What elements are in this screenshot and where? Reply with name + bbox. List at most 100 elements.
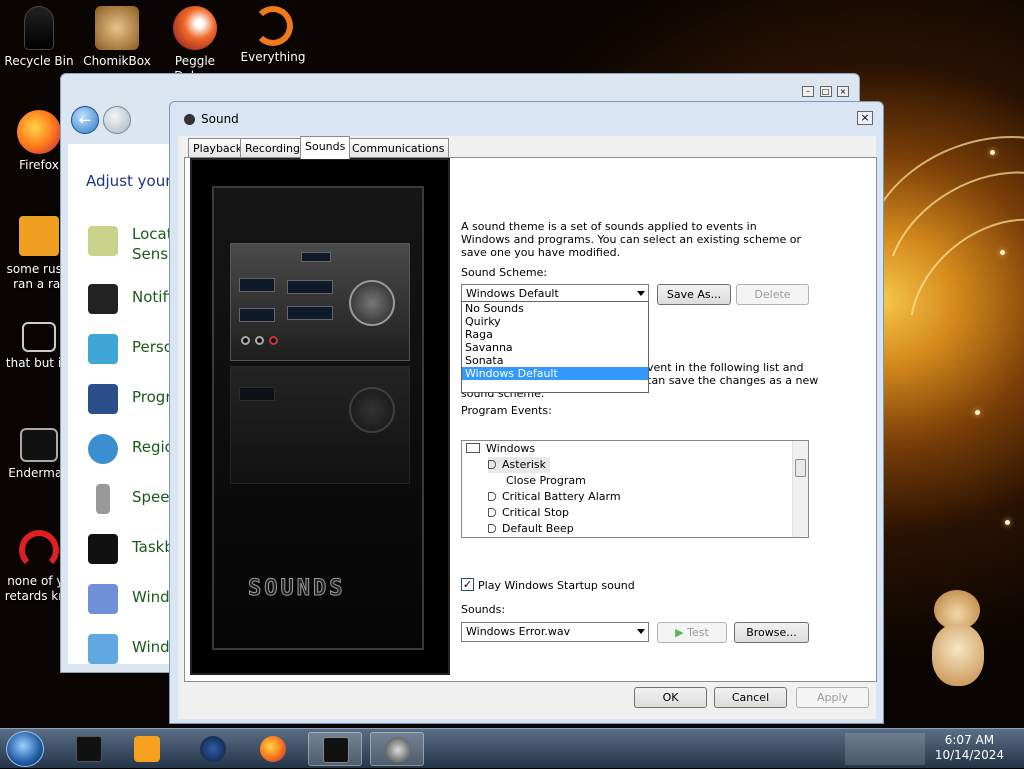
desktop-icon-everything[interactable]: Everything [234,6,312,65]
globe-clock-icon [88,434,118,464]
sound-file-select[interactable]: Windows Error.wav [461,622,649,642]
hint-text-line1: vent in the following list and [647,361,804,374]
event-item-asterisk[interactable]: Asterisk [488,457,551,473]
startup-sound-label: Play Windows Startup sound [478,579,635,592]
ok-button[interactable]: OK [634,687,707,708]
globe-icon [200,736,226,762]
start-button[interactable] [6,731,44,767]
scheme-option[interactable]: No Sounds [462,302,648,315]
event-item-close-program[interactable]: Close Program [506,473,586,489]
scheme-option[interactable]: Raga [462,328,648,341]
delete-button[interactable]: Delete [736,284,809,305]
shortcut-icon [22,322,56,352]
personalization-icon [88,334,118,364]
back-arrow-icon[interactable]: ← [71,106,99,134]
recycle-bin-icon [24,6,54,50]
taskbar-app-explorer[interactable] [62,732,116,766]
taskbar-app-firefox[interactable] [246,732,300,766]
window-controls: – □ × [800,84,849,97]
scrollbar-thumb[interactable] [795,459,806,477]
tab-sounds[interactable]: Sounds [300,136,351,159]
taskbar-app-disc[interactable] [370,732,424,766]
event-item-critical-stop[interactable]: Critical Stop [488,505,569,521]
save-as-button[interactable]: Save As... [657,284,731,305]
sounds-label: Sounds: [461,603,506,616]
startup-sound-checkbox[interactable]: ✓ [461,578,474,591]
window-icon [323,737,349,763]
dialog-close-button[interactable]: × [857,111,873,125]
sound-dialog: Sound × Playback Recording Sounds Commun… [169,101,884,724]
clock-time: 6:07 AM [944,733,995,747]
sound-scheme-label: Sound Scheme: [461,266,548,279]
cancel-button[interactable]: Cancel [714,687,787,708]
cp-item-label: Progr [132,388,172,406]
cp-item-label: Perso [132,338,173,356]
scheme-description: A sound theme is a set of sounds applied… [461,220,802,259]
close-button[interactable]: × [837,86,849,97]
desktop-icon-label: Everything [240,50,306,64]
folder-icon [76,736,102,762]
system-tray: 6:07 AM 10/14/2024 [845,729,1024,769]
firefox-icon [260,736,286,762]
desktop: Recycle Bin ChomikBox Peggle Deluxe Ever… [0,0,1024,728]
sound-scheme-dropdown[interactable]: No Sounds Quirky Raga Savanna Sonata Win… [461,301,649,393]
navigation-buttons: ← [71,106,131,136]
chevron-down-icon [637,291,645,296]
desktop-icon-recycle-bin[interactable]: Recycle Bin [0,6,78,69]
red-circle-icon [19,530,59,570]
window-small-icon [466,443,480,453]
windows-icon [88,584,118,614]
scheme-option[interactable]: Sonata [462,354,648,367]
dialog-title-text: Sound [201,112,239,126]
stereo-rack-reflection [230,366,410,484]
firefox-icon [17,110,61,154]
taskbar: 6:07 AM 10/14/2024 [0,728,1024,768]
sounds-art-text: SOUNDS [247,576,346,602]
event-group-windows[interactable]: Windows [466,441,535,457]
speaker-icon [488,492,496,501]
tray-icons[interactable] [845,733,925,765]
scheme-option[interactable]: Quirky [462,315,648,328]
taskbar-app-stellarium[interactable] [186,732,240,766]
speaker-icon [488,524,496,533]
sounds-tab-panel: SOUNDS A sound theme is a set of sounds … [184,157,877,682]
program-events-list[interactable]: Windows Asterisk Close Program Critical … [461,440,809,538]
forward-arrow-icon[interactable] [102,106,131,134]
dialog-title: Sound [184,112,239,126]
taskbar-icon [88,534,118,564]
cp-item-label: Taskb [132,538,174,556]
maximize-button[interactable]: □ [819,86,832,97]
artwork-frame: SOUNDS [212,186,424,650]
tab-communications[interactable]: Communications [347,138,450,158]
event-item-default-beep[interactable]: Default Beep [488,521,574,537]
windows-flag-icon [88,634,118,664]
program-events-label: Program Events: [461,404,552,417]
cp-item-label: Regio [132,438,174,456]
notification-icon [88,284,118,314]
scheme-option[interactable]: Savanna [462,341,648,354]
sound-file-value: Windows Error.wav [466,625,571,638]
tab-playback[interactable]: Playback [188,138,248,158]
tab-recording[interactable]: Recording [240,138,306,158]
desktop-icon-label: ChomikBox [83,54,151,68]
events-scrollbar[interactable] [792,441,808,537]
clock-date: 10/14/2024 [934,748,1004,762]
hamster-image [928,590,988,690]
test-button[interactable]: ▶ Test [657,622,727,643]
everything-icon [253,6,293,46]
browse-button[interactable]: Browse... [734,622,809,643]
speaker-icon [385,737,411,763]
taskbar-app-media-player[interactable] [120,732,174,766]
programs-icon [88,384,118,414]
minimize-button[interactable]: – [802,86,814,97]
event-item-critical-battery[interactable]: Critical Battery Alarm [488,489,621,505]
apply-button[interactable]: Apply [796,687,869,708]
peggle-icon [173,6,217,50]
speaker-icon [184,114,195,125]
taskbar-app-sound-dialog[interactable] [308,732,362,766]
chomikbox-icon [95,6,139,50]
clock[interactable]: 6:07 AM 10/14/2024 [935,733,1004,763]
scheme-option-selected[interactable]: Windows Default [462,367,648,380]
desktop-icon-chomikbox[interactable]: ChomikBox [78,6,156,69]
java-icon [17,214,61,258]
